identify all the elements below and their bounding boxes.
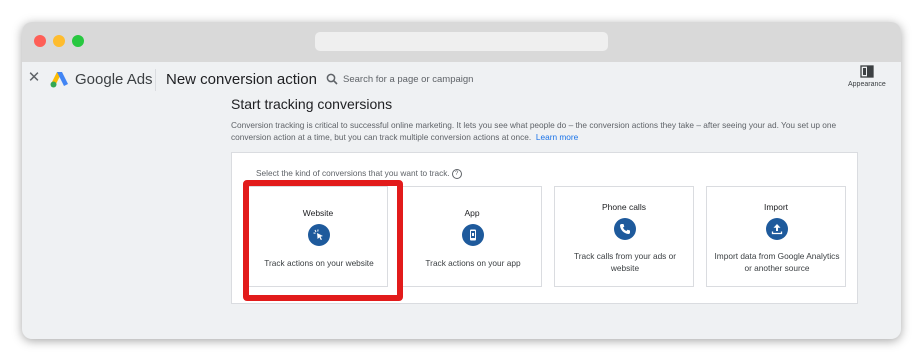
phone-app-icon <box>462 224 484 246</box>
search-input[interactable]: Search for a page or campaign <box>343 74 473 85</box>
help-icon[interactable]: ? <box>451 169 462 179</box>
card-import[interactable]: Import Import data from Google Analytics… <box>706 186 846 287</box>
select-prompt-text: Select the kind of conversions that you … <box>256 168 450 178</box>
card-app[interactable]: App Track actions on your app <box>402 186 542 287</box>
card-description: Track calls from your ads or website <box>573 251 677 273</box>
section-title: Start tracking conversions <box>231 96 393 112</box>
upload-icon <box>766 218 788 240</box>
card-description: Track actions on your app <box>425 258 521 268</box>
select-prompt: Select the kind of conversions that you … <box>256 168 462 179</box>
card-title: Phone calls <box>602 202 646 212</box>
learn-more-link[interactable]: Learn more <box>536 132 578 142</box>
phone-call-icon <box>614 218 636 240</box>
card-phone-calls[interactable]: Phone calls Track calls from your ads or… <box>554 186 694 287</box>
maximize-window-button[interactable] <box>72 35 84 47</box>
section-description: Conversion tracking is critical to succe… <box>231 119 871 143</box>
minimize-window-button[interactable] <box>53 35 65 47</box>
close-icon[interactable]: ✕ <box>26 70 42 86</box>
brand-name: Google Ads <box>75 71 153 88</box>
title-bar <box>22 22 901 62</box>
card-title: Import <box>763 202 789 212</box>
search-icon <box>326 73 338 85</box>
address-bar[interactable] <box>315 32 608 51</box>
google-ads-logo <box>50 72 68 88</box>
header-divider <box>155 69 156 91</box>
description-text: Conversion tracking is critical to succe… <box>231 120 837 142</box>
close-window-button[interactable] <box>34 35 46 47</box>
appearance-icon[interactable] <box>860 65 874 78</box>
appearance-label[interactable]: Appearance <box>848 81 886 88</box>
card-description: Import data from Google Analytics or ano… <box>714 251 840 273</box>
app-header: ✕ Google Ads New conversion action Searc… <box>22 62 901 98</box>
card-title: App <box>464 208 480 218</box>
page-title: New conversion action <box>166 71 317 88</box>
highlight-box <box>243 180 403 301</box>
